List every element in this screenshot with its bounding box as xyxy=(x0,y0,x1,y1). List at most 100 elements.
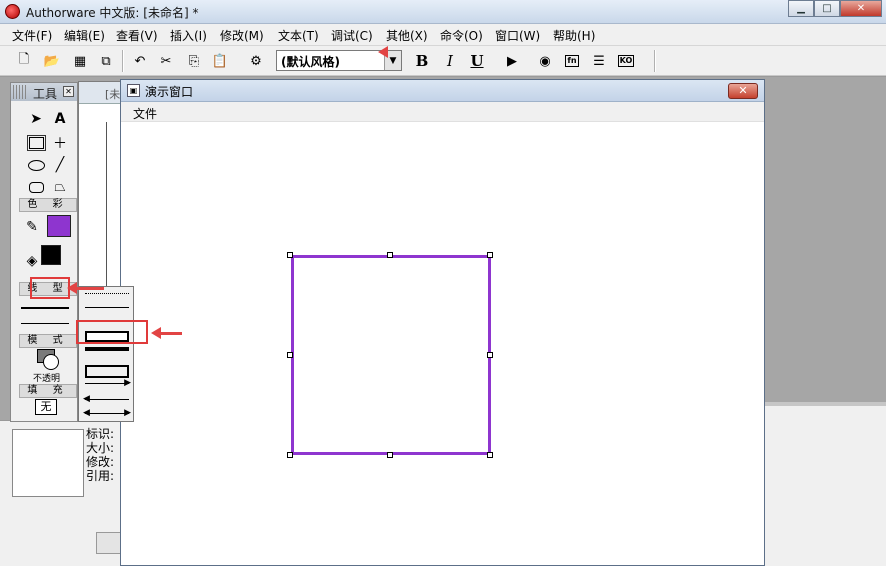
style-select-value: (默认风格) xyxy=(281,55,340,69)
menu-other[interactable]: 其他(X) xyxy=(386,27,428,44)
polygon-tool-icon[interactable]: ⏢ xyxy=(49,177,71,197)
title-bar: Authorware 中文版: [未命名] * ▁ □ ✕ xyxy=(0,0,886,24)
linetype-arrow-icon xyxy=(67,282,104,294)
presentation-title: 演示窗口 xyxy=(145,85,194,99)
line-box-option[interactable] xyxy=(85,365,129,378)
app-icon xyxy=(5,4,20,19)
menu-edit[interactable]: 编辑(E) xyxy=(64,27,105,44)
presentation-canvas[interactable] xyxy=(121,123,764,565)
toolbar: 🗋 📂 ▦ ⧉ ↶ ✂ ⎘ 📋 ⚙ (默认风格) ▼ B I U ▶ ◉ fn … xyxy=(0,46,886,76)
presentation-close-button[interactable]: ✕ xyxy=(728,83,758,99)
selection-handle[interactable] xyxy=(287,252,293,258)
selection-handle[interactable] xyxy=(487,452,493,458)
save-all-icon[interactable]: ▦ xyxy=(70,51,90,71)
linetype-highlight-box xyxy=(30,277,70,299)
bold-button[interactable]: B xyxy=(412,51,432,71)
underline-button[interactable]: U xyxy=(467,51,487,71)
paste-icon[interactable]: 📋 xyxy=(210,51,230,71)
functions-label: fn xyxy=(565,55,579,67)
color-section-label: 色 彩 xyxy=(19,198,77,212)
menu-command[interactable]: 命令(O) xyxy=(440,27,483,44)
menu-help[interactable]: 帮助(H) xyxy=(553,27,595,44)
selection-handle[interactable] xyxy=(287,352,293,358)
info-size: 大小: xyxy=(86,441,115,455)
line-thin-option[interactable] xyxy=(85,307,129,308)
pointer-tool-icon[interactable]: ➤ xyxy=(25,109,47,129)
purple-rectangle[interactable] xyxy=(291,255,491,455)
knowledge-objects-label: KO xyxy=(617,55,635,67)
open-folder-icon[interactable]: 📂 xyxy=(42,51,62,71)
presentation-window-icon: ▣ xyxy=(127,84,140,97)
info-id: 标识: xyxy=(86,427,115,441)
diagonal-line-tool-icon[interactable]: ╱ xyxy=(49,155,71,175)
icon-info-lines: 标识: 大小: 修改: 引用: xyxy=(86,427,114,483)
menu-window[interactable]: 窗口(W) xyxy=(495,27,540,44)
double-line-highlight-box xyxy=(76,320,148,344)
window-controls: ▁ □ ✕ xyxy=(788,0,882,18)
tools-close-icon[interactable]: ✕ xyxy=(63,86,74,97)
menu-insert[interactable]: 插入(I) xyxy=(170,27,207,44)
undo-icon[interactable]: ↶ xyxy=(130,51,150,71)
menu-debug[interactable]: 调试(C) xyxy=(331,27,373,44)
menu-bar: 文件(F) 编辑(E) 查看(V) 插入(I) 修改(M) 文本(T) 调试(C… xyxy=(0,24,886,46)
presentation-title-bar[interactable]: ▣ 演示窗口 ✕ xyxy=(121,80,764,102)
line-dotted-option[interactable] xyxy=(85,293,129,294)
menu-text[interactable]: 文本(T) xyxy=(278,27,319,44)
flowline-tab[interactable]: [未 xyxy=(79,82,125,104)
arrow-both-option[interactable]: ◀ ▶ xyxy=(83,408,131,418)
import-icon[interactable]: ⧉ xyxy=(96,51,116,71)
panel-button[interactable] xyxy=(96,532,122,554)
close-button[interactable]: ✕ xyxy=(840,0,882,17)
cut-icon[interactable]: ✂ xyxy=(156,51,176,71)
maximize-button[interactable]: □ xyxy=(814,0,840,17)
restart-icon[interactable]: ▶ xyxy=(502,51,522,71)
copy-icon[interactable]: ⎘ xyxy=(184,51,204,71)
line-thick-option[interactable] xyxy=(85,347,129,351)
mode-circle-icon[interactable] xyxy=(43,354,59,370)
arrow-left-option[interactable]: ◀ xyxy=(83,394,129,404)
knowledge-objects-icon[interactable]: KO xyxy=(616,51,636,71)
text-tool-icon[interactable]: A xyxy=(49,109,71,129)
menu-modify[interactable]: 修改(M) xyxy=(220,27,264,44)
right-panel xyxy=(765,402,886,566)
selection-handle[interactable] xyxy=(487,352,493,358)
italic-button[interactable]: I xyxy=(440,51,460,71)
presentation-window[interactable]: ▣ 演示窗口 ✕ 文件 xyxy=(120,79,765,566)
new-file-icon[interactable]: 🗋 xyxy=(14,51,34,71)
control-panel-icon[interactable]: ◉ xyxy=(535,51,555,71)
ellipse-tool-icon[interactable] xyxy=(25,155,47,175)
pencil-text-color-icon[interactable]: ✎ xyxy=(21,217,43,237)
selection-handle[interactable] xyxy=(387,452,393,458)
current-line-sample xyxy=(21,307,69,309)
toolbar-separator xyxy=(122,50,124,72)
minimize-button[interactable]: ▁ xyxy=(788,0,814,17)
arrow-right-option[interactable]: ▶ xyxy=(85,378,131,388)
double-line-arrow-icon xyxy=(151,327,182,339)
menu-file[interactable]: 文件(F) xyxy=(12,27,52,44)
fill-section-label: 填 充 xyxy=(19,384,77,398)
functions-icon[interactable]: fn xyxy=(562,51,582,71)
line-color-swatch[interactable] xyxy=(47,215,71,237)
fill-value-button[interactable]: 无 xyxy=(35,399,57,415)
opacity-mode-label: 不透明 xyxy=(33,374,61,384)
app-title: Authorware 中文版: [未命名] * xyxy=(26,6,199,20)
selection-handle[interactable] xyxy=(487,252,493,258)
menu-view[interactable]: 查看(V) xyxy=(116,27,158,44)
find-icon[interactable]: ⚙ xyxy=(246,51,266,71)
selection-handle[interactable] xyxy=(287,452,293,458)
paint-bucket-icon[interactable]: ◈ xyxy=(21,251,43,271)
foreground-color-swatch[interactable] xyxy=(41,245,61,265)
line-sample-thin xyxy=(21,323,69,324)
cross-line-tool-icon[interactable]: ＋ xyxy=(49,133,71,153)
presentation-menu-file[interactable]: 文件 xyxy=(133,107,157,121)
icon-thumbnail xyxy=(12,429,84,497)
rectangle-tool-icon[interactable] xyxy=(25,133,47,153)
variables-icon[interactable]: ☰ xyxy=(589,51,609,71)
drag-grip-icon[interactable] xyxy=(13,85,27,99)
rounded-rectangle-tool-icon[interactable] xyxy=(25,177,47,197)
style-select[interactable]: (默认风格) ▼ xyxy=(276,46,402,71)
tools-palette-header[interactable]: 工具 ✕ xyxy=(11,83,77,101)
mode-section-label: 模 式 xyxy=(19,334,77,348)
chevron-down-icon[interactable]: ▼ xyxy=(378,46,401,70)
selection-handle[interactable] xyxy=(387,252,393,258)
